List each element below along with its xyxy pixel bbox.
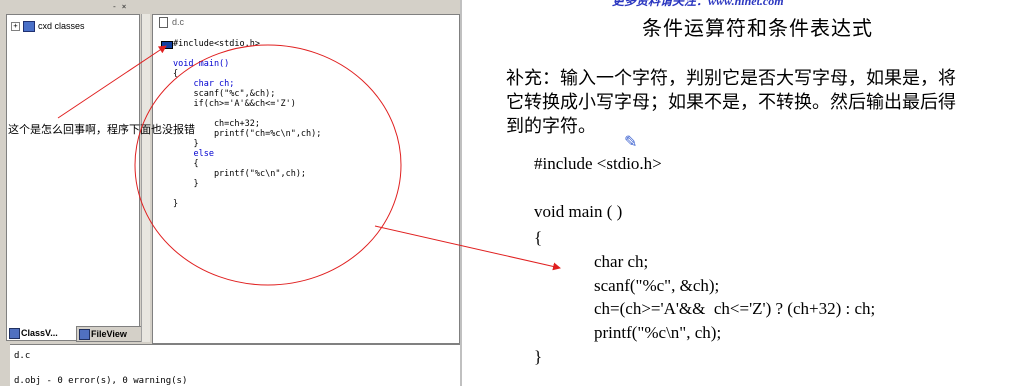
annotation-arrow-to-slide bbox=[374, 225, 561, 271]
annotation-arrow-to-code bbox=[57, 45, 167, 119]
annotation-overlay bbox=[57, 44, 561, 286]
annotation-circle bbox=[134, 44, 402, 286]
